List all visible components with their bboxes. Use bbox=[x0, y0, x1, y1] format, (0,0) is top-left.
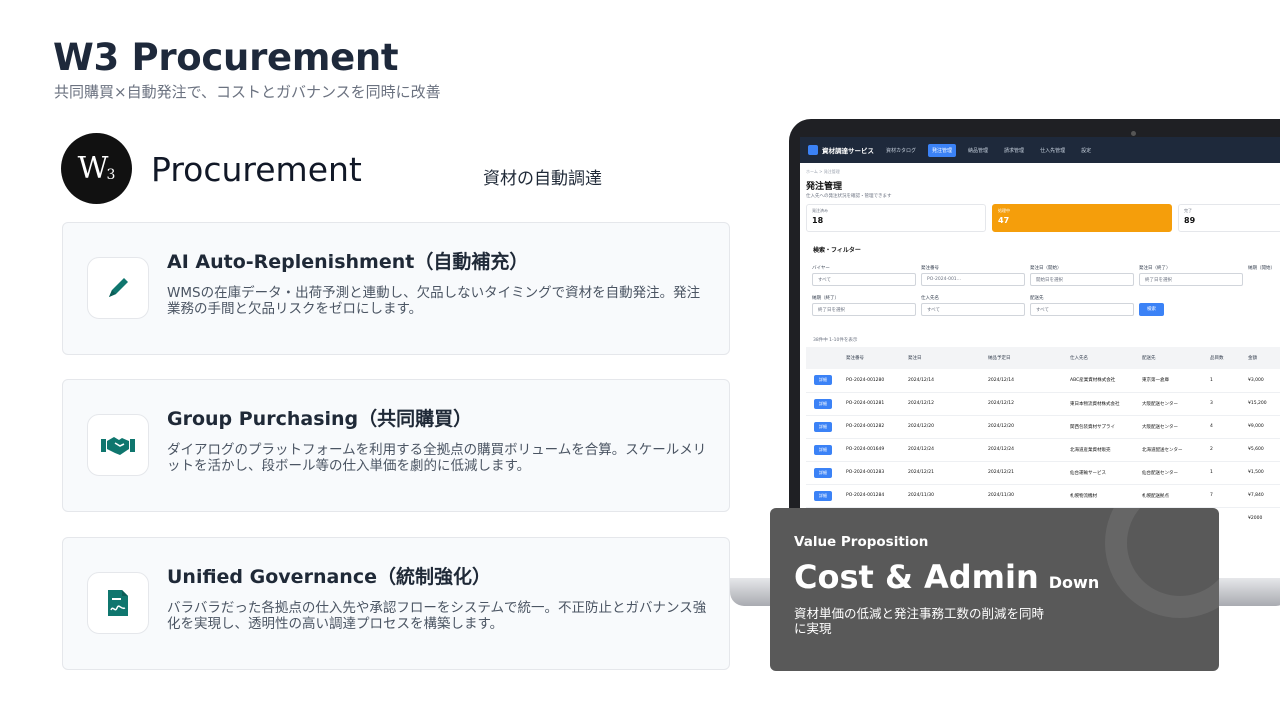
filter-label: 納期（開始） bbox=[1248, 266, 1275, 271]
search-button[interactable]: 検索 bbox=[1139, 303, 1164, 316]
filter-label: 発注番号 bbox=[921, 266, 939, 271]
feature-desc: バラバラだった各拠点の仕入先や承認フローをシステムで統一。不正防止とガバナンス強… bbox=[167, 600, 707, 632]
page-title: W3 Procurement bbox=[53, 36, 399, 79]
detail-button[interactable]: 詳細 bbox=[814, 467, 832, 478]
table-row[interactable]: 詳細 PO-2024-001281 2024/12/12 2024/12/12 東日本物… bbox=[806, 392, 1280, 416]
start-date-input[interactable]: 開始日を選択 bbox=[1030, 273, 1134, 286]
vp-headline: Cost & Admin Down bbox=[794, 558, 1100, 596]
detail-button[interactable]: 詳細 bbox=[814, 375, 832, 386]
supplier-select[interactable]: すべて bbox=[921, 303, 1025, 316]
col-header bbox=[806, 347, 838, 369]
table-row[interactable]: 詳細 PO-2024-001284 2024/11/30 2024/11/30 札幌物流… bbox=[806, 484, 1280, 508]
filter-label: 配送先 bbox=[1030, 296, 1044, 301]
nav-item-settings[interactable]: 設定 bbox=[1077, 144, 1095, 157]
feature-title: AI Auto-Replenishment（自動補充） bbox=[167, 251, 529, 273]
filter-label: 仕入先名 bbox=[921, 296, 939, 301]
col-header[interactable]: 仕入先名 bbox=[1062, 347, 1134, 369]
w3-logo: W3 bbox=[61, 133, 132, 204]
col-header[interactable]: 配送先 bbox=[1134, 347, 1202, 369]
app-screen: 資材調達サービス 資材カタログ 発注管理 納品管理 請求管理 仕入先管理 設定 … bbox=[800, 137, 1280, 529]
contract-icon bbox=[87, 572, 149, 634]
detail-button[interactable]: 詳細 bbox=[814, 444, 832, 455]
brand-name: Procurement bbox=[151, 150, 362, 189]
nav-item-orders[interactable]: 発注管理 bbox=[928, 143, 957, 157]
end-date-input[interactable]: 終了日を選択 bbox=[1139, 273, 1243, 286]
app-topbar: 資材調達サービス 資材カタログ 発注管理 納品管理 請求管理 仕入先管理 設定 bbox=[800, 137, 1280, 163]
brand-tagline: 資材の自動調達 bbox=[483, 169, 602, 189]
feature-title: Group Purchasing（共同購買） bbox=[167, 408, 473, 430]
stat-processing[interactable]: 処理中 47 bbox=[992, 204, 1172, 232]
col-header[interactable]: 発注番号 bbox=[838, 347, 900, 369]
decorative-ring bbox=[1105, 508, 1219, 618]
filter-label: バイヤー bbox=[812, 266, 830, 271]
col-header[interactable]: 納品予定日 bbox=[980, 347, 1062, 369]
delivery-end-input[interactable]: 終了日を選択 bbox=[812, 303, 916, 316]
app-logo: 資材調達サービス bbox=[808, 145, 874, 155]
nav-item-delivery[interactable]: 納品管理 bbox=[964, 144, 992, 157]
detail-button[interactable]: 詳細 bbox=[814, 421, 832, 432]
filter-label: 発注日（終了） bbox=[1139, 266, 1171, 271]
laptop-mockup: 資材調達サービス 資材カタログ 発注管理 納品管理 請求管理 仕入先管理 設定 … bbox=[789, 119, 1280, 529]
orders-table: 発注番号 発注日 納品予定日 仕入先名 配送先 品目数 金額 詳細 PO-2024… bbox=[806, 347, 1280, 529]
vp-headline-suffix: Down bbox=[1048, 573, 1100, 592]
table-row[interactable]: 詳細 PO-2024-001283 2024/12/21 2024/12/21 仙台運輸… bbox=[806, 461, 1280, 485]
feature-desc: WMSの在庫データ・出荷予測と連動し、欠品しないタイミングで資材を自動発注。発注… bbox=[167, 285, 701, 317]
table-row[interactable]: 詳細 PO-2024-001649 2024/12/24 2024/12/24 北海道産… bbox=[806, 438, 1280, 462]
col-header[interactable]: 品目数 bbox=[1202, 347, 1240, 369]
feature-desc: ダイアログのプラットフォームを利用する全拠点の購買ボリュームを合算。スケールメリ… bbox=[167, 442, 707, 474]
camera-dot bbox=[1131, 131, 1136, 136]
detail-button[interactable]: 詳細 bbox=[814, 490, 832, 501]
feature-card-governance: Unified Governance（統制強化） バラバラだった各拠点の仕入先や… bbox=[62, 537, 730, 670]
vp-kicker: Value Proposition bbox=[794, 534, 929, 550]
ship-select[interactable]: すべて bbox=[1030, 303, 1134, 316]
table-header: 発注番号 発注日 納品予定日 仕入先名 配送先 品目数 金額 bbox=[806, 347, 1280, 369]
nav-item-suppliers[interactable]: 仕入先管理 bbox=[1036, 144, 1069, 157]
nav-item-catalog[interactable]: 資材カタログ bbox=[882, 144, 920, 157]
screen-title: 発注管理 bbox=[806, 182, 843, 192]
filter-label: 納期（終了） bbox=[812, 296, 839, 301]
page-subtitle: 共同購買×自動発注で、コストとガバナンスを同時に改善 bbox=[54, 83, 441, 101]
breadcrumb[interactable]: ホーム > 発注管理 bbox=[806, 169, 840, 175]
table-row[interactable]: 詳細 PO-2024-001280 2024/12/14 2024/12/14 ABC産… bbox=[806, 369, 1280, 393]
po-input[interactable]: PO-2024-001... bbox=[921, 273, 1025, 286]
pencil-icon bbox=[87, 257, 149, 319]
app-icon bbox=[808, 145, 818, 155]
result-count: 38件中 1-10件を表示 bbox=[813, 338, 858, 343]
screen-subtitle: 仕入先への発注状況を確認・管理できます bbox=[806, 194, 892, 199]
stat-done[interactable]: 完了 89 bbox=[1178, 204, 1280, 232]
value-proposition-box: Value Proposition Cost & Admin Down 資材単価の… bbox=[770, 508, 1219, 671]
col-header[interactable]: 金額 bbox=[1240, 347, 1280, 369]
vp-desc: 資材単価の低減と発注事務工数の削減を同時に実現 bbox=[794, 606, 1045, 636]
feature-card-group-purchasing: Group Purchasing（共同購買） ダイアログのプラットフォームを利用… bbox=[62, 379, 730, 512]
feature-card-auto-replenishment: AI Auto-Replenishment（自動補充） WMSの在庫データ・出荷… bbox=[62, 222, 730, 355]
filter-label: 発注日（開始） bbox=[1030, 266, 1062, 271]
feature-title: Unified Governance（統制強化） bbox=[167, 566, 491, 588]
nav-item-billing[interactable]: 請求管理 bbox=[1000, 144, 1028, 157]
col-header[interactable]: 発注日 bbox=[900, 347, 980, 369]
handshake-icon bbox=[87, 414, 149, 476]
detail-button[interactable]: 詳細 bbox=[814, 398, 832, 409]
stat-ordered[interactable]: 発注済み 18 bbox=[806, 204, 986, 232]
table-row[interactable]: 詳細 PO-2024-001282 2024/12/20 2024/12/20 関西包装… bbox=[806, 415, 1280, 439]
buyer-select[interactable]: すべて bbox=[812, 273, 916, 286]
filter-heading: 検索・フィルター bbox=[813, 247, 861, 254]
